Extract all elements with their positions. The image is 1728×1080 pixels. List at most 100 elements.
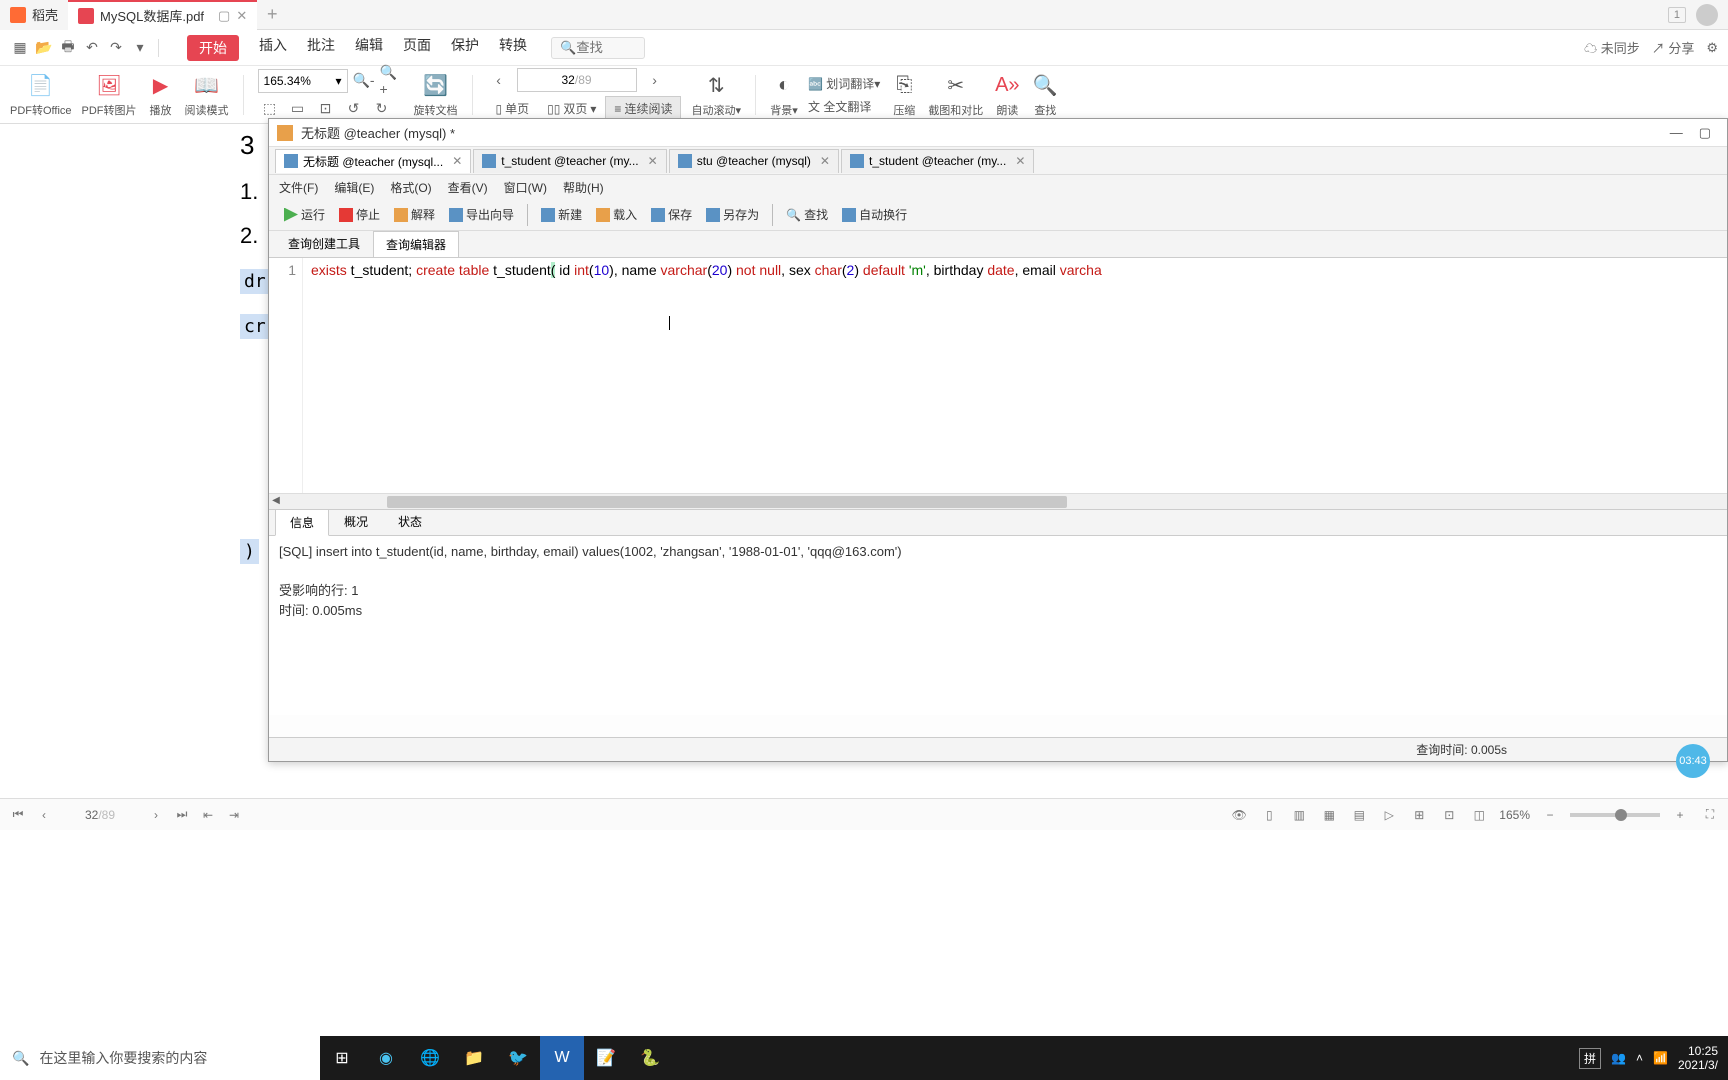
query-tab-3[interactable]: t_student @teacher (my...✕ bbox=[841, 149, 1034, 173]
zoom-in-icon[interactable]: 🔍+ bbox=[380, 69, 404, 93]
new-button[interactable]: 新建 bbox=[536, 204, 587, 225]
export-wizard-button[interactable]: 导出向导 bbox=[444, 204, 519, 225]
share-button[interactable]: ↗ 分享 bbox=[1652, 38, 1695, 57]
next-page-icon[interactable]: › bbox=[146, 805, 166, 825]
tab-query-editor[interactable]: 查询编辑器 bbox=[373, 231, 459, 258]
undo-icon[interactable]: ↶ bbox=[82, 38, 102, 58]
menu-page[interactable]: 页面 bbox=[403, 35, 431, 61]
notification-badge[interactable]: 1 bbox=[1668, 7, 1686, 23]
page-prev-icon[interactable]: ‹ bbox=[487, 68, 511, 92]
wps-taskbar-icon[interactable]: W bbox=[540, 1036, 584, 1080]
auto-scroll[interactable]: ⇅自动滚动▾ bbox=[691, 72, 741, 118]
python-icon[interactable]: 🐍 bbox=[628, 1036, 672, 1080]
save-as-button[interactable]: 另存为 bbox=[701, 204, 764, 225]
explorer-icon[interactable]: 📁 bbox=[452, 1036, 496, 1080]
menu-convert[interactable]: 转换 bbox=[499, 35, 527, 61]
sql-editor[interactable]: 1 exists t_student; create table t_stude… bbox=[269, 257, 1727, 493]
close-icon[interactable]: ✕ bbox=[452, 154, 462, 168]
pdf-to-office[interactable]: 📄PDF转Office bbox=[10, 72, 72, 118]
last-page-icon[interactable]: ⏭ bbox=[172, 805, 192, 825]
wps-file-tab[interactable]: MySQL数据库.pdf ▢ ✕ bbox=[68, 0, 257, 30]
result-tab-status[interactable]: 状态 bbox=[383, 508, 437, 535]
wifi-icon[interactable]: 📶 bbox=[1653, 1051, 1668, 1065]
pdf-to-image[interactable]: 🖼PDF转图片 bbox=[82, 72, 137, 118]
menu-view[interactable]: 查看(V) bbox=[448, 179, 488, 196]
page-input[interactable]: 32/89 bbox=[517, 68, 637, 92]
stop-button[interactable]: 停止 bbox=[334, 204, 385, 225]
menu-format[interactable]: 格式(O) bbox=[390, 179, 431, 196]
play-sb-icon[interactable]: ▷ bbox=[1379, 805, 1399, 825]
dropdown-icon[interactable]: ▾ bbox=[130, 38, 150, 58]
actual-size-icon[interactable]: ⊡ bbox=[314, 97, 338, 121]
zoom-out-sb-icon[interactable]: − bbox=[1540, 805, 1560, 825]
query-tab-0[interactable]: 无标题 @teacher (mysql...✕ bbox=[275, 149, 471, 173]
cloud-sync-status[interactable]: ☁ 未同步 bbox=[1584, 38, 1640, 57]
sb-nav-back[interactable]: ⇤ bbox=[198, 805, 218, 825]
sb-tool3-icon[interactable]: ◫ bbox=[1469, 805, 1489, 825]
read-aloud[interactable]: A»朗读 bbox=[993, 72, 1021, 118]
eye-icon[interactable]: 👁 bbox=[1229, 805, 1249, 825]
close-icon[interactable]: ✕ bbox=[1015, 154, 1025, 168]
wps-home-tab[interactable]: 稻壳 bbox=[0, 0, 68, 30]
play-button[interactable]: ▶播放 bbox=[147, 72, 175, 118]
zoom-in-sb-icon[interactable]: + bbox=[1670, 805, 1690, 825]
bird-app-icon[interactable]: 🐦 bbox=[496, 1036, 540, 1080]
system-clock[interactable]: 10:25 2021/3/ bbox=[1678, 1044, 1718, 1073]
read-mode[interactable]: 📖阅读模式 bbox=[185, 72, 229, 118]
result-tab-overview[interactable]: 概况 bbox=[329, 508, 383, 535]
fit-width-icon[interactable]: ⬚ bbox=[258, 97, 282, 121]
menu-start[interactable]: 开始 bbox=[187, 35, 239, 61]
run-button[interactable]: 运行 bbox=[279, 204, 330, 225]
menu-window[interactable]: 窗口(W) bbox=[504, 179, 547, 196]
search-input[interactable] bbox=[576, 40, 636, 55]
editor-hscrollbar[interactable]: ◀ bbox=[269, 493, 1727, 509]
sb-nav-fwd[interactable]: ⇥ bbox=[224, 805, 244, 825]
tray-chevron-icon[interactable]: ˄ bbox=[1636, 1051, 1643, 1065]
compress[interactable]: ⎘压缩 bbox=[890, 72, 918, 118]
view-1-icon[interactable]: ▯ bbox=[1259, 805, 1279, 825]
user-avatar[interactable] bbox=[1696, 4, 1718, 26]
timer-bubble[interactable]: 03:43 bbox=[1676, 744, 1710, 778]
open-icon[interactable]: 📂 bbox=[34, 38, 54, 58]
word-translate[interactable]: 🔤 划词翻译▾ bbox=[808, 75, 880, 92]
save-button[interactable]: 保存 bbox=[646, 204, 697, 225]
view-3-icon[interactable]: ▦ bbox=[1319, 805, 1339, 825]
close-icon[interactable]: ✕ bbox=[820, 154, 830, 168]
find-nav-button[interactable]: 🔍 查找 bbox=[781, 204, 833, 225]
close-icon[interactable]: ✕ bbox=[648, 154, 658, 168]
chrome-icon[interactable]: 🌐 bbox=[408, 1036, 452, 1080]
zoom-select[interactable]: 165.34%▾ bbox=[258, 69, 348, 93]
load-button[interactable]: 载入 bbox=[591, 204, 642, 225]
rotate-right-icon[interactable]: ↻ bbox=[370, 97, 394, 121]
menu-file[interactable]: 文件(F) bbox=[279, 179, 318, 196]
view-2-icon[interactable]: ▥ bbox=[1289, 805, 1309, 825]
print-icon[interactable]: 🖶 bbox=[58, 38, 78, 58]
zoom-out-icon[interactable]: 🔍- bbox=[352, 69, 376, 93]
menu-insert[interactable]: 插入 bbox=[259, 35, 287, 61]
first-page-icon[interactable]: ⏮ bbox=[8, 805, 28, 825]
page-next-icon[interactable]: › bbox=[643, 68, 667, 92]
find-button[interactable]: 🔍查找 bbox=[1031, 72, 1059, 118]
settings-icon[interactable]: ⚙ bbox=[1706, 40, 1718, 56]
prev-page-icon[interactable]: ‹ bbox=[34, 805, 54, 825]
background[interactable]: ◐背景▾ bbox=[770, 72, 798, 118]
view-4-icon[interactable]: ▤ bbox=[1349, 805, 1369, 825]
add-tab-button[interactable]: + bbox=[257, 4, 287, 25]
scrollbar-thumb[interactable] bbox=[387, 496, 1067, 508]
task-view-icon[interactable]: ⊞ bbox=[320, 1036, 364, 1080]
notepad-icon[interactable]: 📝 bbox=[584, 1036, 628, 1080]
tab-restore-icon[interactable]: ▢ bbox=[218, 8, 230, 24]
query-tab-1[interactable]: t_student @teacher (my...✕ bbox=[473, 149, 666, 173]
app-menu-icon[interactable]: ▦ bbox=[10, 38, 30, 58]
menu-annotate[interactable]: 批注 bbox=[307, 35, 335, 61]
sb-tool2-icon[interactable]: ⊡ bbox=[1439, 805, 1459, 825]
windows-search[interactable]: 🔍 在这里输入你要搜索的内容 bbox=[0, 1036, 320, 1080]
menu-edit[interactable]: 编辑 bbox=[355, 35, 383, 61]
rotate-doc[interactable]: 🔄旋转文档 bbox=[414, 72, 458, 118]
result-tab-info[interactable]: 信息 bbox=[275, 509, 329, 536]
sb-tool1-icon[interactable]: ⊞ bbox=[1409, 805, 1429, 825]
fit-page-icon[interactable]: ▭ bbox=[286, 97, 310, 121]
fullscreen-icon[interactable]: ⛶ bbox=[1700, 805, 1720, 825]
wrap-button[interactable]: 自动换行 bbox=[837, 204, 912, 225]
ime-indicator[interactable]: 拼 bbox=[1579, 1048, 1601, 1069]
